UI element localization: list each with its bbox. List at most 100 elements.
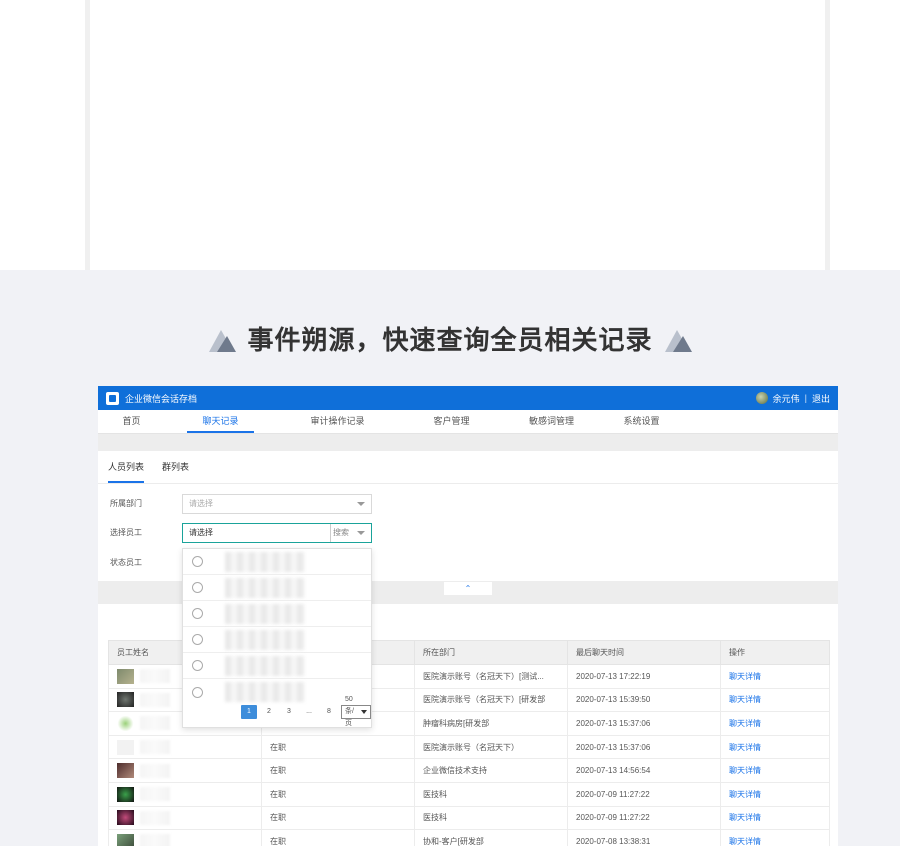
chat-detail-link[interactable]: 聊天详情 [720,829,830,846]
tab-people-list[interactable]: 人员列表 [108,451,145,483]
blurred-name [225,682,305,702]
blurred-name [140,763,170,778]
main-nav: 首页 聊天记录 审计操作记录 客户管理 敏感词管理 系统设置 [98,410,838,434]
chat-detail-link[interactable]: 聊天详情 [720,758,830,783]
dropdown-option[interactable] [183,679,371,705]
radio-button[interactable] [192,686,203,698]
separator: | [804,393,807,403]
blurred-name [225,577,305,598]
dept-cell: 协和-客户[研发部 [414,829,568,846]
dept-cell: 医院演示账号（名冠天下） [414,734,568,760]
avatar [755,392,768,404]
table-row: 在职 医院演示账号（名冠天下） 2020-07-13 15:37:06 聊天详情 [108,734,830,760]
dept-cell: 医院演示账号（名冠天下）[测试... [414,664,568,689]
headline: 事件朔源，快速查询全员相关记录 [0,320,900,357]
table-row: 在职 协和-客户[研发部 2020-07-08 13:38:31 聊天详情 [108,829,830,846]
chat-detail-link[interactable]: 聊天详情 [720,687,830,713]
dept-cell: 医院演示账号（名冠天下）[研发部 [414,687,568,713]
chat-detail-link[interactable]: 聊天详情 [720,711,830,736]
page-8[interactable]: 8 [321,705,337,719]
nav-customers[interactable]: 客户管理 [418,410,485,433]
col-department: 所在部门 [414,640,568,665]
blurred-name [140,740,170,755]
employee-select-placeholder: 请选择 [189,528,213,537]
app-logo-icon [106,391,119,405]
time-cell: 2020-07-13 15:37:06 [567,734,721,760]
time-cell: 2020-07-13 17:22:19 [567,664,721,689]
nav-audit-records[interactable]: 审计操作记录 [304,410,371,433]
collapse-toggle[interactable]: ⌃ [444,582,492,595]
radio-button[interactable] [192,634,203,645]
blurred-name [140,692,170,707]
employee-dropdown: 1 2 3 ... 8 50 条/页 [182,548,372,728]
radio-button[interactable] [192,556,203,567]
page-size-value: 50 条/页 [345,696,354,727]
page-1[interactable]: 1 [241,705,257,719]
page-3[interactable]: 3 [281,705,297,719]
status-cell: 在职 [261,805,415,831]
employee-label: 选择员工 [110,528,142,537]
avatar [117,810,134,826]
page-size-select[interactable]: 50 条/页 [341,696,371,727]
table-row: 在职 医技科 2020-07-09 11:27:22 聊天详情 [108,805,830,831]
tab-group-list[interactable]: 群列表 [162,451,189,483]
page-2[interactable]: 2 [261,705,277,719]
chevron-down-icon [357,531,365,535]
user-name: 余元伟 [772,393,800,404]
col-actions: 操作 [720,640,830,665]
dropdown-option[interactable] [183,627,371,653]
radio-button[interactable] [192,660,203,671]
blurred-name [140,669,170,684]
blurred-name [225,551,305,572]
mountain-icon [207,324,237,354]
dept-select-placeholder: 请选择 [189,499,213,508]
dropdown-option[interactable] [183,601,371,627]
chevron-down-icon [361,710,367,714]
app-topbar: 企业微信会话存档 余元伟 | 退出 [98,386,838,410]
status-cell: 在职 [261,758,415,783]
chat-detail-link[interactable]: 聊天详情 [720,805,830,831]
employee-search-input[interactable]: 搜索 [330,524,349,542]
chat-detail-link[interactable]: 聊天详情 [720,664,830,689]
avatar [117,692,134,708]
dept-cell: 企业微信技术支持 [414,758,568,783]
dept-select[interactable]: 请选择 [182,494,372,514]
table-row: 在职 医技科 2020-07-09 11:27:22 聊天详情 [108,781,830,807]
blurred-name [140,716,170,731]
radio-button[interactable] [192,582,203,593]
col-last-chat-time: 最后聊天时间 [567,640,721,665]
table-row: 在职 企业微信技术支持 2020-07-13 14:56:54 聊天详情 [108,758,830,783]
dept-cell: 医技科 [414,781,568,807]
nav-sensitive-words[interactable]: 敏感词管理 [518,410,585,433]
time-cell: 2020-07-13 15:37:06 [567,711,721,736]
logout-link[interactable]: 退出 [812,392,830,405]
time-cell: 2020-07-09 11:27:22 [567,781,721,807]
app-title: 企业微信会话存档 [125,393,198,404]
nav-settings[interactable]: 系统设置 [608,410,675,433]
chat-detail-link[interactable]: 聊天详情 [720,781,830,807]
nav-home[interactable]: 首页 [98,410,165,433]
time-cell: 2020-07-09 11:27:22 [567,805,721,831]
employee-select[interactable]: 请选择 搜索 [182,523,372,543]
time-cell: 2020-07-13 14:56:54 [567,758,721,783]
headline-text: 事件朔源，快速查询全员相关记录 [247,326,653,356]
blurred-name [225,655,305,676]
user-menu[interactable]: 余元伟 | 退出 [755,392,830,405]
status-cell: 在职 [261,734,415,760]
status-cell: 在职 [261,781,415,807]
status-label: 状态员工 [110,558,142,567]
avatar [117,833,134,846]
nav-chat-records[interactable]: 聊天记录 [187,410,254,433]
radio-button[interactable] [192,608,203,619]
blurred-name [140,810,170,825]
chat-detail-link[interactable]: 聊天详情 [720,734,830,760]
avatar [117,763,134,779]
blurred-name [225,603,305,624]
chevron-down-icon [357,502,365,506]
dropdown-option[interactable] [183,653,371,679]
time-cell: 2020-07-08 13:38:31 [567,829,721,846]
time-cell: 2020-07-13 15:39:50 [567,687,721,713]
dropdown-option[interactable] [183,575,371,601]
dept-label: 所属部门 [110,499,142,508]
dropdown-option[interactable] [183,549,371,575]
